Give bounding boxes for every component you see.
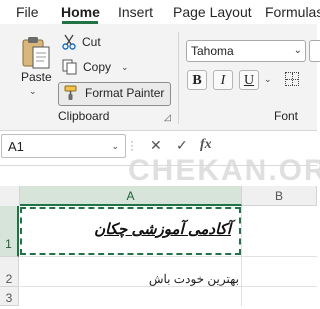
font-group-label: Font (274, 109, 299, 123)
chevron-down-icon[interactable]: ⌄ (111, 141, 119, 152)
enter-check-icon[interactable]: ✓ (176, 137, 188, 154)
scissors-icon (62, 34, 76, 50)
grid-divider (0, 165, 317, 166)
copy-icon (62, 59, 77, 75)
watermark-text: CHEKAN.ORG (128, 154, 320, 187)
cut-button[interactable]: Cut (62, 34, 101, 50)
bold-button[interactable]: B (187, 70, 207, 90)
underline-button[interactable]: U (239, 70, 259, 90)
row-header-2[interactable]: 2 (0, 257, 19, 287)
chevron-down-icon[interactable]: ⌄ (264, 74, 272, 85)
chevron-down-icon[interactable]: ⌄ (121, 62, 129, 73)
copy-button[interactable]: Copy ⌄ (62, 59, 129, 75)
column-gridline (241, 206, 242, 306)
row-gridline (20, 256, 317, 257)
select-all-corner[interactable] (0, 186, 20, 206)
chevron-down-icon[interactable]: ⌄ (29, 86, 37, 97)
tab-file[interactable]: File (16, 4, 39, 20)
cell-a2-text[interactable]: بهترین خودت باش (149, 272, 239, 286)
tab-page-layout[interactable]: Page Layout (173, 4, 252, 20)
font-size-combobox[interactable] (309, 40, 320, 62)
cancel-icon[interactable]: ✕ (150, 137, 162, 154)
cell-a1[interactable]: آکادمی آموزشی چکان (20, 207, 241, 255)
copy-label: Copy (83, 60, 112, 74)
format-painter-content: Format Painter (63, 85, 164, 101)
italic-button[interactable]: I (213, 70, 233, 90)
paintbrush-icon (64, 85, 77, 100)
dialog-launcher-icon[interactable]: ◿ (164, 112, 171, 123)
column-header-b[interactable]: B (242, 186, 317, 206)
row-header-3[interactable]: 3 (0, 287, 19, 306)
tab-formulas[interactable]: Formulas (265, 4, 320, 20)
group-divider (178, 32, 179, 124)
row-header-1[interactable]: 1 (0, 206, 19, 257)
font-name-combobox[interactable]: Tahoma ⌄ (186, 40, 306, 62)
borders-icon[interactable] (285, 72, 299, 86)
tab-insert[interactable]: Insert (118, 4, 153, 20)
paste-label: Paste (21, 70, 52, 84)
formula-bar-grip-icon[interactable]: · · · (130, 135, 134, 155)
cell-a1-text: آکادمی آموزشی چکان (94, 221, 231, 238)
cut-label: Cut (82, 35, 101, 49)
chevron-down-icon[interactable]: ⌄ (294, 45, 302, 56)
font-name-value: Tahoma (191, 44, 234, 58)
row-gridline (20, 286, 317, 287)
name-box[interactable]: A1 ⌄ (1, 134, 126, 158)
column-header-a[interactable]: A (20, 186, 242, 206)
ribbon-tabs: File Home Insert Page Layout Formulas (0, 0, 320, 24)
paste-icon (22, 37, 50, 69)
insert-function-button[interactable]: fx (200, 137, 212, 153)
format-painter-label: Format Painter (85, 86, 165, 100)
tab-home[interactable]: Home (61, 4, 100, 20)
name-box-value: A1 (8, 139, 24, 154)
clipboard-group-label: Clipboard (58, 109, 110, 123)
